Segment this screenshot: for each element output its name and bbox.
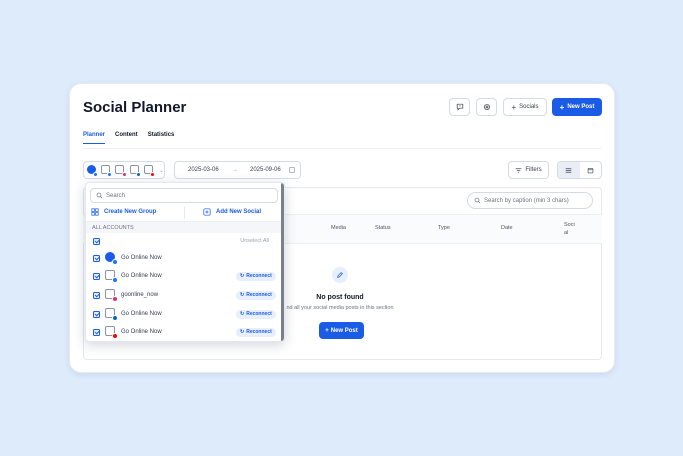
reconnect-button[interactable]: ↻ Reconnect — [236, 271, 276, 281]
dropdown-scrollbar[interactable] — [281, 183, 284, 341]
plus-icon: + — [325, 327, 329, 334]
reconnect-label: Reconnect — [246, 329, 272, 335]
account-dropdown: Search Create New Group Add New Social A… — [85, 182, 285, 342]
reconnect-label: Reconnect — [246, 273, 272, 279]
empty-state-title: No post found — [316, 294, 364, 301]
column-header-type: Type — [438, 225, 450, 231]
facebook-page-icon — [105, 252, 118, 265]
reconnect-label: Reconnect — [246, 292, 272, 298]
tab-planner[interactable]: Planner — [83, 132, 106, 144]
account-row[interactable]: Go Online Now — [86, 249, 281, 267]
feedback-button[interactable] — [449, 98, 470, 116]
refresh-icon: ↻ — [240, 311, 245, 317]
reconnect-button[interactable]: ↻ Reconnect — [236, 309, 276, 319]
account-name: Go Online Now — [121, 311, 162, 317]
new-post-label: New Post — [567, 104, 595, 110]
social-planner-card: Social Planner + Socials + New Post Plan… — [69, 83, 615, 373]
account-row[interactable]: Go Online Now ↻ Reconnect — [86, 305, 281, 323]
facebook-avatar-icon — [87, 164, 99, 177]
account-checkbox[interactable] — [93, 328, 100, 336]
caption-search-placeholder: Search by caption (min 3 chars) — [484, 197, 569, 204]
account-checkbox[interactable] — [93, 254, 100, 262]
account-row[interactable]: goonline_now ↻ Reconnect — [86, 286, 281, 304]
filter-icon — [516, 167, 522, 173]
tabs-divider — [83, 148, 601, 149]
filters-label: Filters — [525, 167, 542, 173]
instagram-account-icon — [115, 164, 127, 177]
settings-button[interactable] — [476, 98, 497, 116]
tab-statistics[interactable]: Statistics — [148, 132, 175, 144]
search-icon — [474, 197, 481, 204]
account-name: Go Online Now — [121, 255, 162, 261]
account-search-placeholder: Search — [106, 192, 126, 199]
socials-button[interactable]: + Socials — [503, 98, 547, 116]
calendar-view-button[interactable] — [580, 162, 602, 178]
create-group-label: Create New Group — [104, 209, 157, 215]
end-date: 2025-09-06 — [250, 167, 281, 173]
tab-content[interactable]: Content — [115, 132, 138, 144]
linkedin-account-icon — [105, 308, 118, 321]
plus-icon: + — [511, 102, 517, 112]
account-selector[interactable]: ⌄ — [83, 161, 165, 179]
facebook-account-icon — [101, 164, 113, 177]
column-header-media: Media — [331, 225, 346, 231]
youtube-account-icon — [105, 326, 118, 339]
youtube-account-icon — [143, 164, 155, 177]
calendar-icon — [587, 167, 594, 173]
account-name: Go Online Now — [121, 273, 162, 279]
column-header-date: Date — [501, 225, 513, 231]
date-range-picker[interactable]: 2025-03-06 → 2025-09-06 — [174, 161, 301, 179]
caption-search-input[interactable]: Search by caption (min 3 chars) — [467, 192, 593, 209]
chevron-down-icon: ⌄ — [158, 167, 164, 174]
search-icon — [96, 192, 103, 199]
edit-icon — [337, 272, 343, 278]
page-title: Social Planner — [83, 99, 187, 116]
start-date: 2025-03-06 — [188, 167, 219, 173]
account-row[interactable]: Go Online Now ↻ Reconnect — [86, 267, 281, 285]
unselect-all-link[interactable]: Unselect All — [240, 238, 269, 244]
reconnect-label: Reconnect — [246, 311, 272, 317]
instagram-account-icon — [105, 289, 118, 302]
account-search-input[interactable]: Search — [90, 188, 278, 203]
refresh-icon: ↻ — [240, 292, 245, 298]
select-all-checkbox[interactable] — [93, 237, 100, 245]
action-divider — [184, 207, 185, 219]
add-social-button[interactable]: Add New Social — [203, 208, 261, 216]
refresh-icon: ↻ — [240, 273, 245, 279]
account-name: goonline_now — [121, 292, 159, 298]
group-icon — [91, 208, 99, 216]
linkedin-account-icon — [129, 164, 141, 177]
reconnect-button[interactable]: ↻ Reconnect — [236, 290, 276, 300]
select-all-row[interactable]: Unselect All — [86, 234, 281, 248]
view-toggle — [557, 161, 602, 179]
gear-icon — [483, 104, 490, 110]
list-view-button[interactable] — [558, 162, 580, 178]
plus-icon: + — [559, 102, 565, 112]
account-row[interactable]: Go Online Now ↻ Reconnect — [86, 323, 281, 341]
chat-icon — [456, 103, 463, 111]
list-icon — [565, 167, 572, 173]
all-accounts-section: ALL ACCOUNTS — [86, 222, 281, 233]
socials-label: Socials — [519, 104, 539, 110]
empty-state-icon — [332, 267, 348, 283]
arrow-right-icon: → — [232, 167, 238, 173]
account-name: Go Online Now — [121, 329, 162, 335]
column-header-social: Soci al — [564, 222, 575, 236]
account-checkbox[interactable] — [93, 272, 100, 280]
account-checkbox[interactable] — [93, 291, 100, 299]
add-social-icon — [203, 208, 211, 216]
column-header-status: Status — [375, 225, 391, 231]
refresh-icon: ↻ — [240, 329, 245, 335]
reconnect-button[interactable]: ↻ Reconnect — [236, 327, 276, 337]
filters-button[interactable]: Filters — [508, 161, 549, 179]
empty-new-post-button[interactable]: + New Post — [319, 322, 364, 339]
tab-bar: Planner Content Statistics — [83, 132, 174, 144]
new-post-button[interactable]: + New Post — [552, 98, 602, 116]
create-group-button[interactable]: Create New Group — [91, 208, 156, 216]
facebook-account-icon — [105, 270, 118, 283]
account-checkbox[interactable] — [93, 310, 100, 318]
add-social-label: Add New Social — [216, 209, 262, 215]
calendar-icon — [289, 167, 295, 173]
empty-new-post-label: New Post — [330, 327, 358, 334]
